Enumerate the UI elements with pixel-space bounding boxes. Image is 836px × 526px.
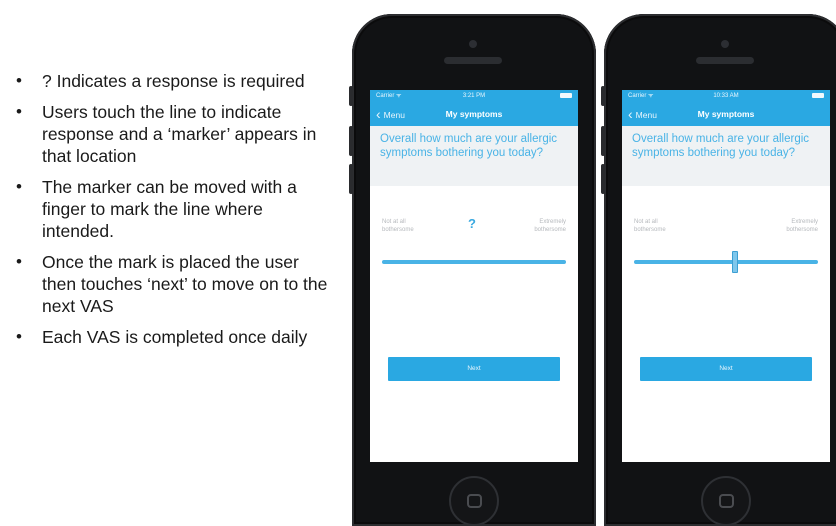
bullet-item: • ? Indicates a response is required [14,70,334,92]
status-time: 3:21 PM [462,93,486,99]
bullet-text: Each VAS is completed once daily [42,327,308,347]
vas-marker[interactable] [732,251,739,273]
required-question-mark: ? [468,216,476,231]
volume-down-button [601,164,605,194]
bullet-item: • The marker can be moved with a finger t… [14,176,334,242]
vas-anchor-high: Extremely bothersome [786,219,818,233]
bullet-dot: • [16,327,22,346]
volume-up-button [601,126,605,156]
volume-up-button [349,126,353,156]
front-camera-icon [469,40,477,48]
question-text: Overall how much are your allergic sympt… [632,133,810,159]
vas-line[interactable] [634,260,818,264]
bullet-text: ? Indicates a response is required [42,71,305,91]
question-text: Overall how much are your allergic sympt… [380,133,558,159]
bullet-item: • Each VAS is completed once daily [14,326,334,348]
question-panel: Overall how much are your allergic sympt… [370,126,578,186]
nav-title: My symptoms [697,109,755,119]
earpiece-speaker [696,57,754,64]
vas-scale[interactable]: Not at all bothersome ? Extremely bother… [370,206,578,266]
bullet-dot: • [16,71,22,90]
bullet-text: Once the mark is placed the user then to… [42,252,328,316]
earpiece-speaker [444,57,502,64]
mute-switch [601,86,605,106]
bullet-item: • Once the mark is placed the user then t… [14,251,334,317]
battery-icon [812,93,824,98]
bullet-dot: • [16,252,22,271]
next-button[interactable]: Next [388,357,560,381]
front-camera-icon [721,40,729,48]
status-time: 10:33 AM [713,93,739,99]
nav-bar: ‹ Menu My symptoms [370,102,578,126]
bullet-text: Users touch the line to indicate respons… [42,102,317,166]
bullet-item: • Users touch the line to indicate respon… [14,101,334,167]
volume-down-button [349,164,353,194]
mute-switch [349,86,353,106]
vas-line[interactable] [382,260,566,264]
phone-mockup-right: Carrier ᯤ 10:33 AM ‹ Menu My symptoms Ove… [601,14,836,526]
vas-anchor-high: Extremely bothersome [534,219,566,233]
nav-title: My symptoms [445,109,503,119]
phone-screen: Carrier ᯤ 3:21 PM ‹ Menu My symptoms Over… [370,90,578,462]
battery-icon [560,93,572,98]
status-bar: Carrier ᯤ 10:33 AM [622,90,830,102]
next-button[interactable]: Next [640,357,812,381]
phone-mockup-left: Carrier ᯤ 3:21 PM ‹ Menu My symptoms Over… [349,14,596,526]
bullet-list: • ? Indicates a response is required • Use… [14,70,334,357]
status-bar: Carrier ᯤ 3:21 PM [370,90,578,102]
home-button[interactable] [701,476,751,526]
nav-bar: ‹ Menu My symptoms [622,102,830,126]
bullet-dot: • [16,102,22,121]
vas-scale[interactable]: Not at all bothersome Extremely botherso… [622,206,830,273]
phone-screen: Carrier ᯤ 10:33 AM ‹ Menu My symptoms Ove… [622,90,830,462]
bullet-text: The marker can be moved with a finger to… [42,177,297,241]
home-button-icon [719,494,734,508]
bullet-dot: • [16,177,22,196]
home-button[interactable] [449,476,499,526]
vas-anchor-low: Not at all bothersome [382,219,414,233]
question-panel: Overall how much are your allergic sympt… [622,126,830,186]
home-button-icon [467,494,482,508]
vas-anchor-low: Not at all bothersome [634,219,666,233]
